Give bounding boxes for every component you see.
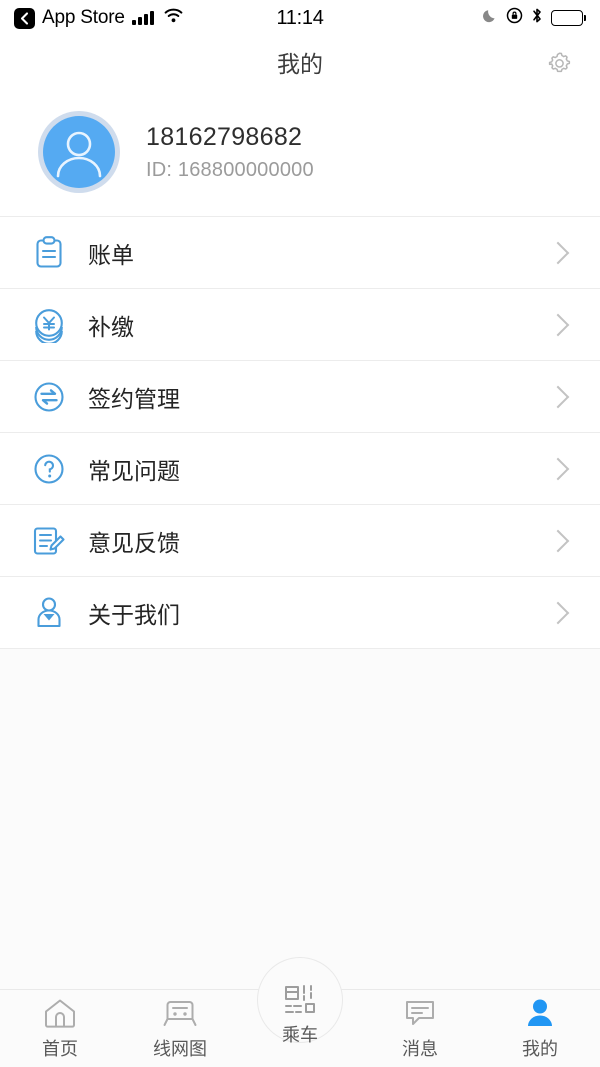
content-spacer — [0, 649, 600, 989]
menu-item-contract-management[interactable]: 签约管理 — [0, 361, 600, 433]
menu-item-label: 意见反馈 — [88, 529, 180, 556]
document-pencil-icon — [28, 520, 70, 562]
chevron-right-icon — [546, 385, 570, 408]
status-bar-right — [482, 7, 586, 29]
chevron-right-icon — [546, 457, 570, 480]
tab-label: 我的 — [522, 1039, 558, 1059]
page-title: 我的 — [277, 51, 323, 77]
tab-label: 乘车 — [282, 1025, 318, 1045]
menu-item-label: 常见问题 — [88, 457, 180, 484]
menu-list: 账单 补缴 签约管理 常见问题 意见反馈 关于我们 — [0, 216, 600, 649]
tab-bar: 首页 线网图 乘车 消息 我的 — [0, 957, 600, 1067]
message-bubble-icon — [403, 996, 437, 1030]
moon-icon — [482, 8, 498, 29]
menu-item-about-us[interactable]: 关于我们 — [0, 577, 600, 649]
profile-header[interactable]: 18162798682 ID: 168800000000 — [0, 88, 600, 216]
tab-line-map[interactable]: 线网图 — [120, 990, 240, 1067]
carrier-label: App Store — [42, 7, 125, 28]
menu-item-bill[interactable]: 账单 — [0, 217, 600, 289]
nav-bar: 我的 — [0, 36, 600, 88]
profile-id: ID: 168800000000 — [146, 158, 314, 181]
chevron-right-icon — [546, 313, 570, 336]
profile-info: 18162798682 ID: 168800000000 — [146, 123, 314, 182]
tab-label: 线网图 — [153, 1039, 207, 1059]
menu-item-supplementary-payment[interactable]: 补缴 — [0, 289, 600, 361]
menu-item-label: 关于我们 — [88, 601, 180, 628]
tab-home[interactable]: 首页 — [0, 990, 120, 1067]
chevron-right-icon — [546, 601, 570, 624]
tab-mine[interactable]: 我的 — [480, 990, 600, 1067]
signal-bars-icon — [131, 11, 154, 25]
status-bar-left: App Store — [14, 7, 183, 29]
person-filled-icon — [523, 996, 557, 1030]
app-root: App Store 11:14 我的 18162798682 ID: 16880… — [0, 0, 600, 1067]
status-bar: App Store 11:14 — [0, 0, 600, 36]
menu-item-label: 补缴 — [88, 313, 134, 340]
chevron-right-icon — [546, 529, 570, 552]
metro-train-icon — [163, 996, 197, 1030]
tab-ride[interactable]: 乘车 — [240, 985, 360, 1067]
avatar[interactable] — [38, 111, 120, 193]
menu-item-feedback[interactable]: 意见反馈 — [0, 505, 600, 577]
clipboard-icon — [28, 232, 70, 274]
menu-item-label: 签约管理 — [88, 385, 180, 412]
bluetooth-icon — [531, 7, 543, 29]
question-circle-icon — [28, 448, 70, 490]
home-icon — [43, 996, 77, 1030]
wifi-icon — [164, 8, 183, 28]
battery-icon — [550, 10, 586, 26]
user-avatar-icon — [43, 116, 115, 188]
chevron-right-icon — [546, 241, 570, 264]
gear-icon[interactable] — [544, 47, 574, 77]
tab-label: 消息 — [402, 1039, 438, 1059]
tab-label: 首页 — [42, 1039, 78, 1059]
person-download-icon — [28, 592, 70, 634]
menu-item-faq[interactable]: 常见问题 — [0, 433, 600, 505]
menu-item-label: 账单 — [88, 241, 134, 268]
exchange-arrows-icon — [28, 376, 70, 418]
tab-messages[interactable]: 消息 — [360, 990, 480, 1067]
rotation-lock-icon — [506, 7, 523, 29]
qr-ride-icon — [280, 984, 320, 1018]
yen-coin-icon — [28, 304, 70, 346]
back-chevron-icon[interactable] — [14, 7, 35, 29]
profile-phone: 18162798682 — [146, 122, 303, 151]
